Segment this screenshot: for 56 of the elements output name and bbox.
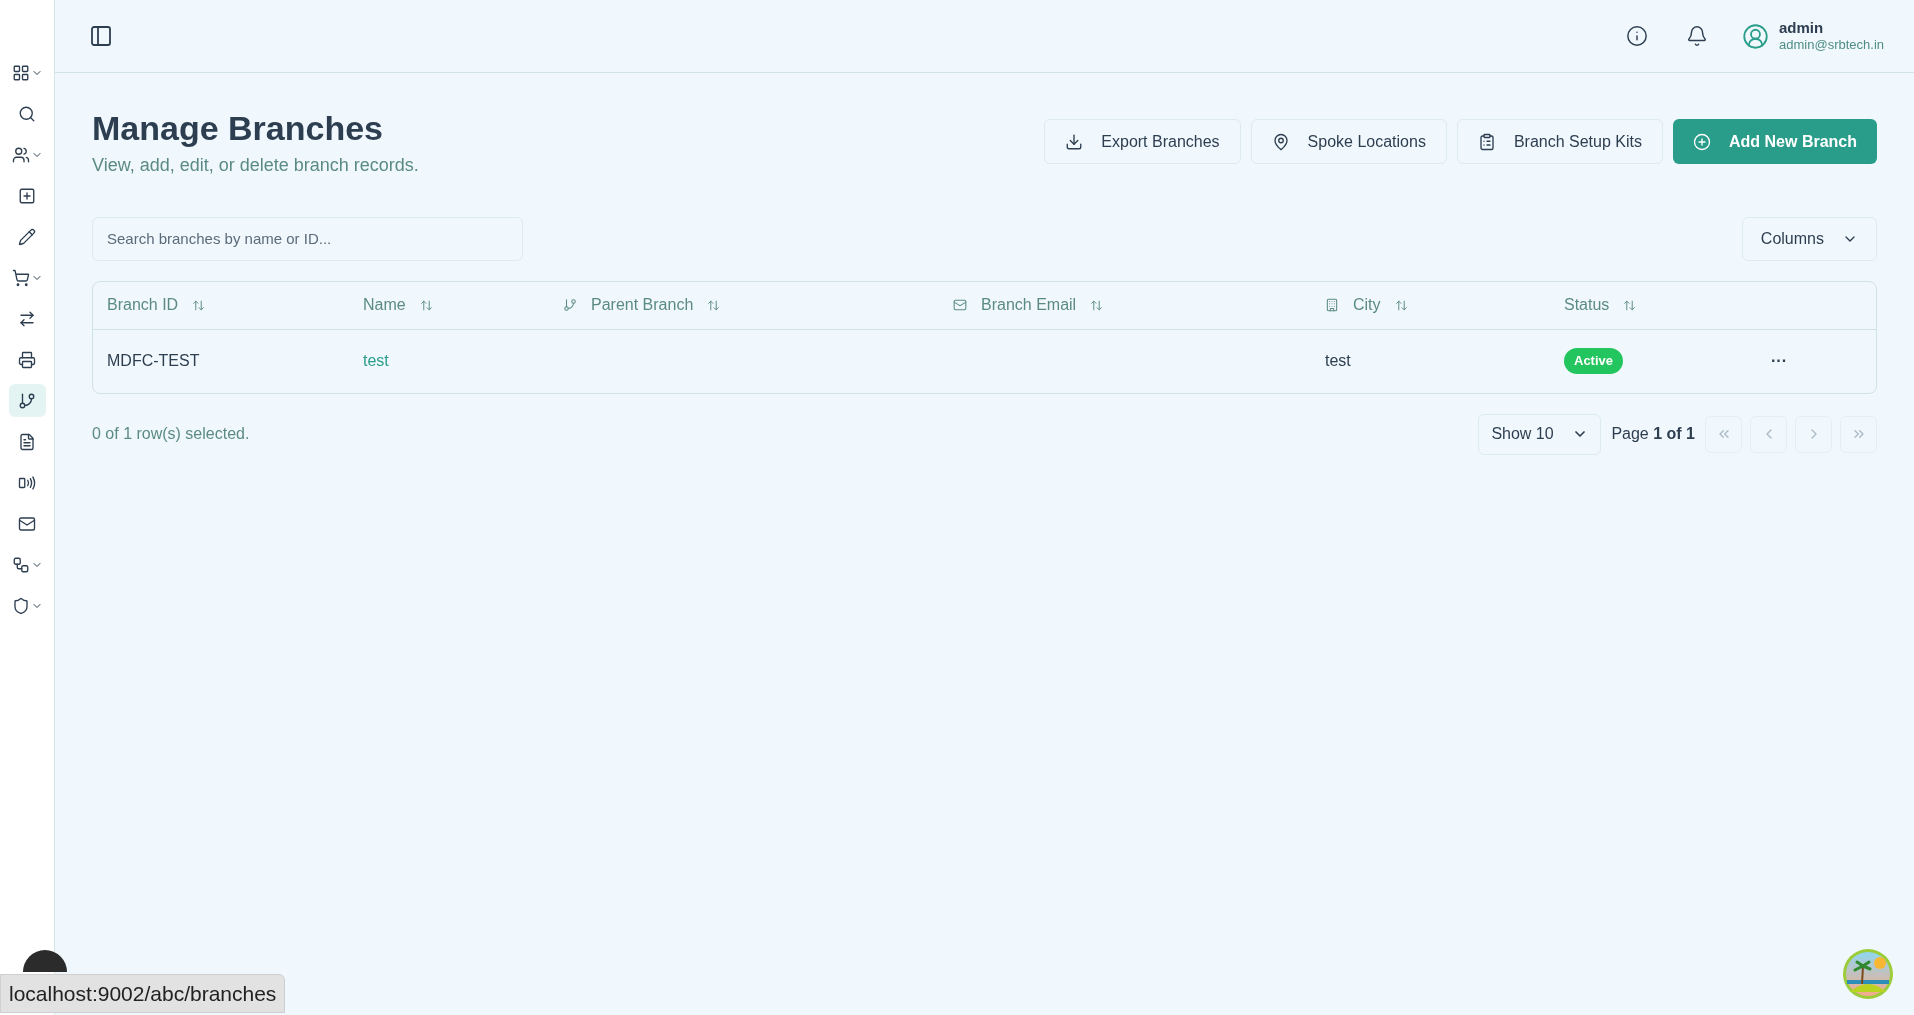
users-icon (11, 145, 30, 164)
sort-icon (1623, 298, 1637, 312)
table-cell-text: test (1325, 351, 1351, 371)
swap-arrows-icon (18, 309, 36, 328)
column-header[interactable]: Branch ID (107, 293, 206, 317)
building-icon (1325, 298, 1339, 312)
sidebar-item[interactable] (8, 384, 46, 417)
status-url: localhost:9002/abc/branches (0, 973, 286, 1013)
user-name: admin (1779, 18, 1824, 38)
column-header[interactable]: Branch Email (981, 293, 1104, 317)
pin-icon (1271, 132, 1290, 151)
branch-icon (18, 391, 36, 410)
panel-icon (89, 24, 113, 48)
column-header[interactable]: Name (363, 293, 433, 317)
page-subtitle: View, add, edit, or delete branch records. (92, 153, 419, 177)
grid-icon (11, 63, 30, 82)
page-indicator: Page 1 of 1 (1611, 424, 1695, 444)
column-header[interactable]: Status (1564, 293, 1637, 317)
columns-button[interactable]: Columns (1741, 216, 1877, 261)
document-icon (18, 432, 36, 451)
sort-icon (1394, 298, 1408, 312)
printer-icon (18, 350, 36, 369)
user-email: admin@srbtech.in (1779, 37, 1884, 54)
page-title: Manage Branches (92, 108, 384, 149)
row-actions-button[interactable]: ··· (1764, 349, 1794, 373)
mail-icon (18, 514, 36, 533)
action-button[interactable]: Export Branches (1044, 119, 1241, 164)
column-header[interactable]: City (1353, 293, 1408, 317)
info-icon (1626, 25, 1649, 47)
search-icon (18, 104, 36, 123)
pencil-icon (18, 227, 36, 246)
action-button[interactable]: Branch Setup Kits (1456, 119, 1663, 164)
selection-count: 0 of 1 row(s) selected. (92, 424, 250, 444)
table-row[interactable]: MDFC-TEST test test Active ··· (93, 329, 1876, 393)
sort-icon (192, 298, 206, 312)
clipboard-icon (1477, 132, 1496, 151)
column-header[interactable]: Parent Branch (591, 293, 721, 317)
branch-icon (563, 298, 577, 312)
download-icon (1065, 132, 1084, 151)
action-button[interactable]: Spoke Locations (1250, 119, 1447, 164)
plus-square-icon (18, 186, 36, 205)
search-field[interactable]: Search branches by name or ID... (92, 216, 523, 261)
beach-avatar-drawing (1842, 948, 1894, 1000)
plus-circle-icon (1693, 132, 1711, 151)
status-badge: Active (1564, 348, 1624, 374)
sort-icon (1090, 298, 1104, 312)
mail-icon (953, 298, 967, 312)
shield-icon (11, 596, 30, 615)
page-size-select[interactable]: Show 10 (1478, 413, 1602, 455)
user-avatar-icon (1742, 22, 1770, 50)
bell-icon (1686, 25, 1709, 47)
sort-icon (707, 298, 721, 312)
table-cell-text: MDFC-TEST (107, 351, 200, 371)
sort-icon (419, 298, 433, 312)
cart-icon (11, 268, 30, 287)
user-menu[interactable]: admin admin@srbtech.in (1742, 18, 1884, 54)
